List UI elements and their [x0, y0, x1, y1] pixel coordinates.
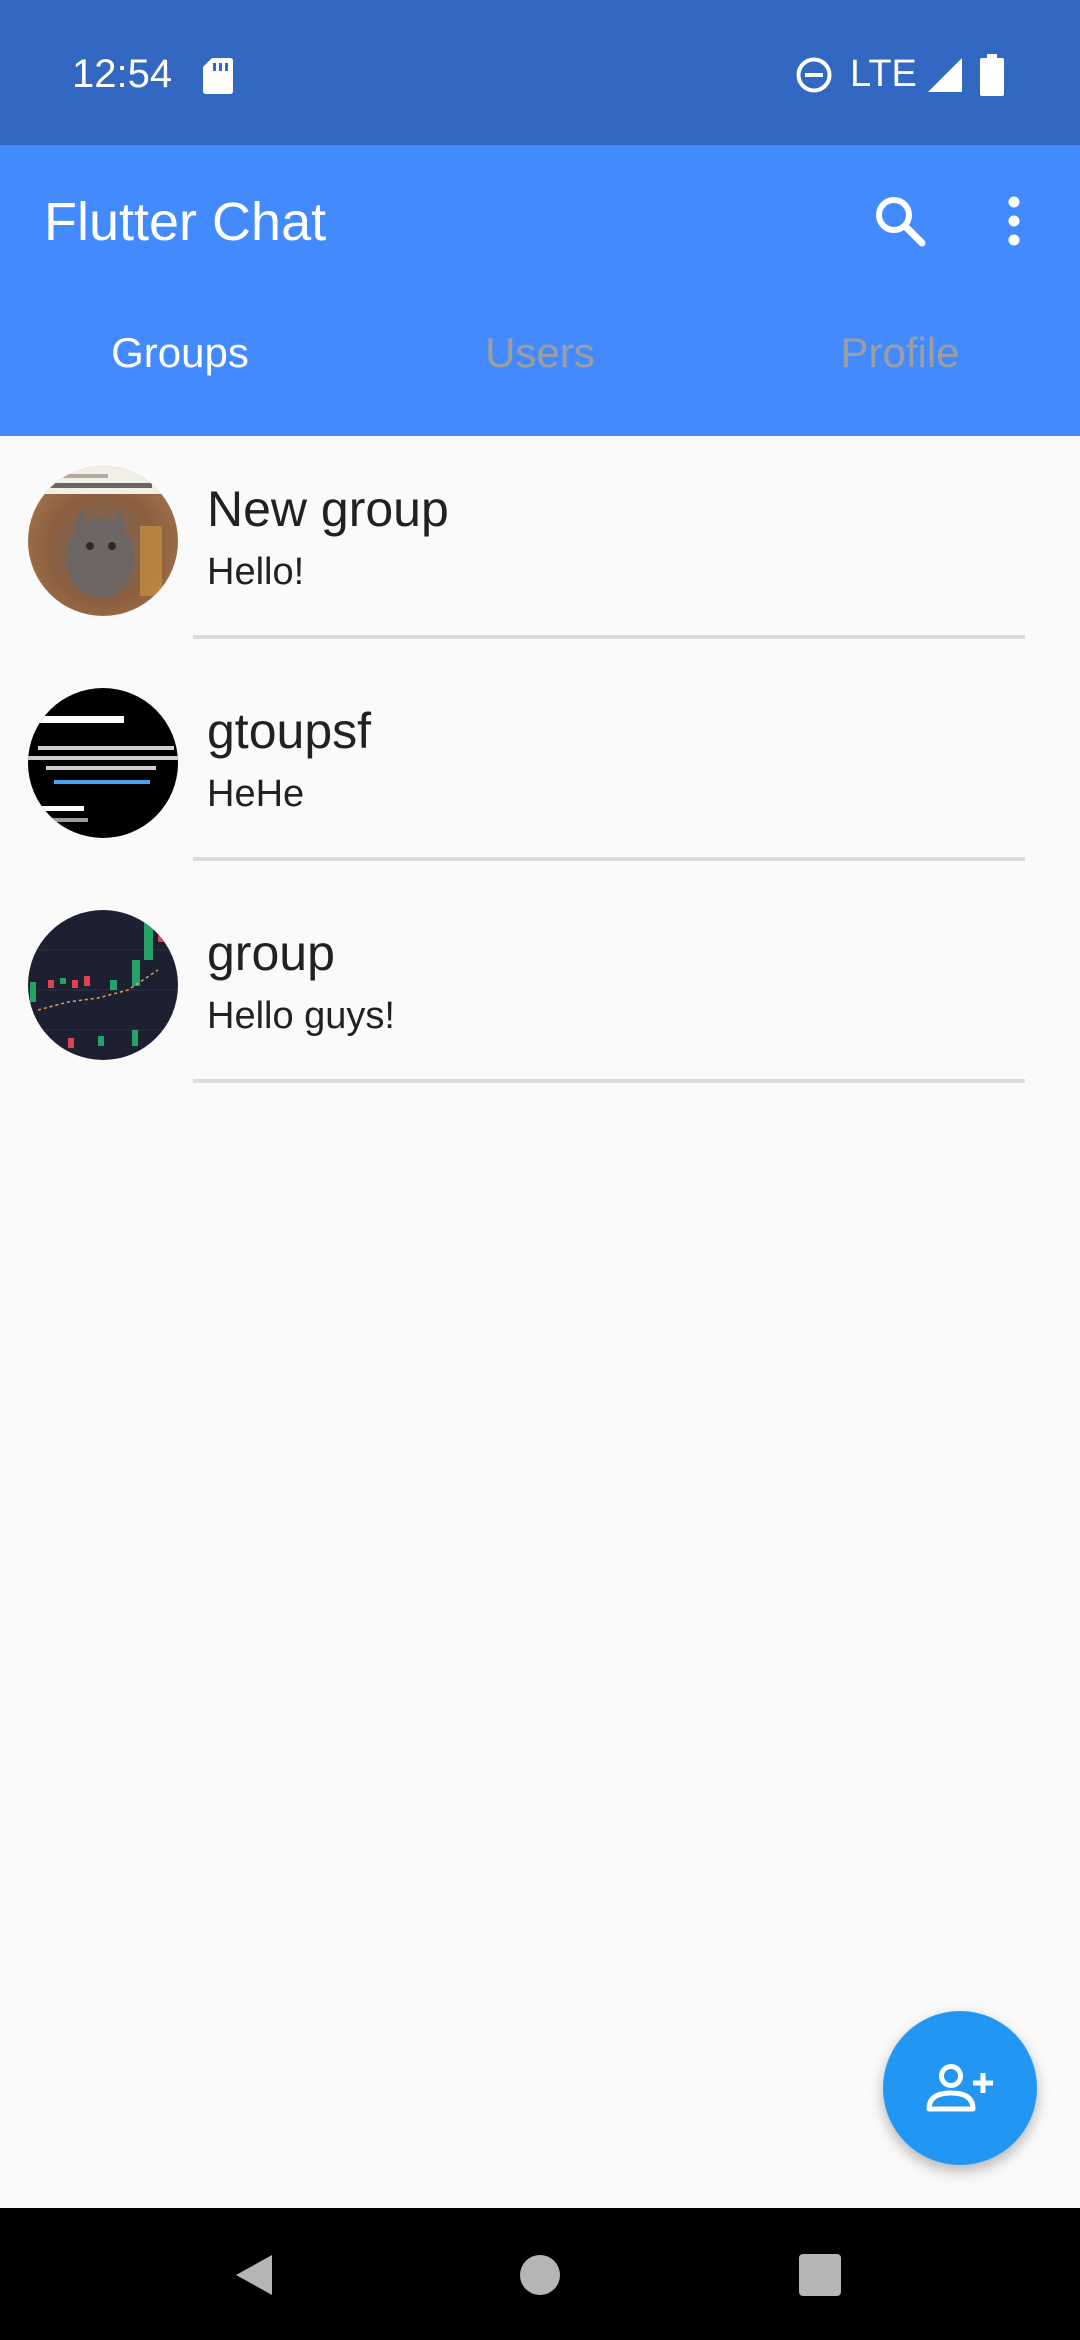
app-bar: Flutter Chat Groups Users Profile — [0, 145, 1080, 436]
group-list: New group Hello! gtoupsf HeHe group Hell… — [0, 436, 1080, 1102]
list-item[interactable]: gtoupsf HeHe — [0, 658, 1080, 880]
sd-card-icon — [203, 58, 233, 94]
signal-icon — [928, 58, 962, 92]
avatar — [28, 910, 178, 1060]
more-vert-icon — [1008, 196, 1020, 246]
message-requests-image — [28, 688, 178, 838]
more-options-button[interactable] — [978, 185, 1050, 257]
add-group-fab[interactable] — [883, 2011, 1037, 2165]
status-bar: 12:54 LTE — [0, 0, 1080, 145]
avatar — [28, 688, 178, 838]
group-name: gtoupsf — [207, 703, 372, 759]
search-icon — [876, 197, 926, 247]
list-item[interactable]: New group Hello! — [0, 436, 1080, 658]
network-type-label: LTE — [850, 53, 917, 95]
candlestick-chart-image — [28, 910, 178, 1060]
divider — [193, 857, 1025, 861]
back-icon[interactable] — [232, 2253, 276, 2297]
divider — [193, 1079, 1025, 1083]
home-icon[interactable] — [518, 2253, 562, 2297]
app-root: 12:54 LTE Flutter Chat Groups Users Prof… — [0, 0, 1080, 2340]
add-user-icon — [926, 2064, 993, 2112]
tab-groups[interactable]: Groups — [0, 290, 360, 436]
recents-icon[interactable] — [799, 2254, 841, 2296]
group-last-message: Hello guys! — [207, 995, 395, 1037]
system-navigation-bar — [0, 2208, 1080, 2340]
status-time: 12:54 — [72, 52, 173, 96]
tab-users[interactable]: Users — [360, 290, 720, 436]
divider — [193, 635, 1025, 639]
group-name: group — [207, 925, 335, 981]
group-last-message: Hello! — [207, 551, 305, 593]
group-name: New group — [207, 481, 449, 537]
cat-photo-image — [28, 466, 178, 616]
avatar — [28, 466, 178, 616]
do-not-disturb-icon — [796, 57, 832, 93]
list-item[interactable]: group Hello guys! — [0, 880, 1080, 1102]
tab-profile[interactable]: Profile — [720, 290, 1080, 436]
group-last-message: HeHe — [207, 773, 305, 815]
app-title: Flutter Chat — [44, 192, 327, 252]
search-button[interactable] — [864, 185, 936, 257]
battery-icon — [980, 54, 1004, 96]
tab-bar: Groups Users Profile — [0, 290, 1080, 436]
